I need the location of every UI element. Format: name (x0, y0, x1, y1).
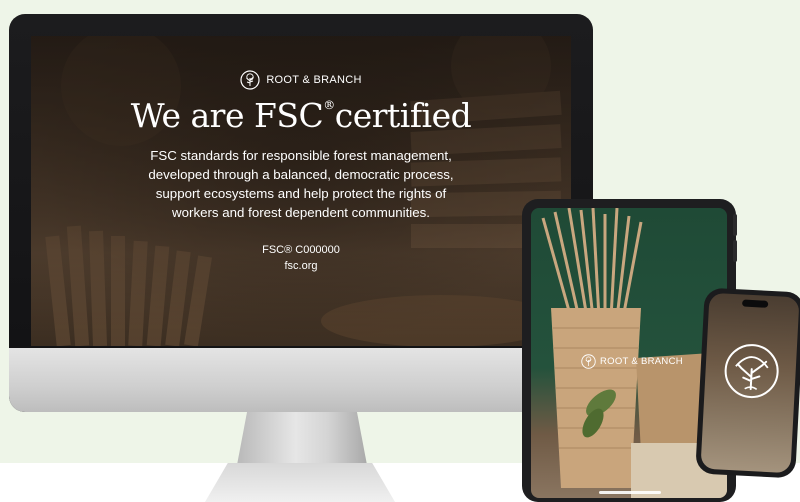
imac-chin (9, 348, 593, 412)
tablet-brand: ROOT & BRANCH (581, 354, 683, 369)
imac-monitor: ROOT & BRANCH We are FSC®certified FSC s… (9, 14, 593, 412)
tablet-home-indicator[interactable] (599, 491, 661, 494)
hero-description: FSC standards for responsible forest man… (148, 148, 454, 220)
phone-screen (700, 292, 800, 474)
certificate-code: FSC® C000000 (262, 244, 340, 256)
brand-header: ROOT & BRANCH (31, 70, 571, 90)
phone-device (695, 287, 800, 479)
tablet-brand-name: ROOT & BRANCH (600, 356, 683, 367)
tree-logo-icon (724, 344, 779, 399)
imac-stand-neck (237, 410, 367, 465)
tree-logo-icon (581, 354, 596, 369)
brand-name: ROOT & BRANCH (266, 74, 362, 86)
tree-logo-icon (240, 70, 260, 90)
website-link[interactable]: fsc.org (31, 260, 571, 272)
registered-mark: ® (323, 98, 335, 112)
tablet-volume-button[interactable] (733, 240, 737, 262)
imac-screen: ROOT & BRANCH We are FSC®certified FSC s… (31, 36, 571, 346)
hero-title: We are FSC®certified (130, 96, 472, 135)
imac-stand-foot (205, 463, 395, 502)
phone-dynamic-island (741, 299, 769, 308)
tablet-volume-button[interactable] (733, 214, 737, 236)
